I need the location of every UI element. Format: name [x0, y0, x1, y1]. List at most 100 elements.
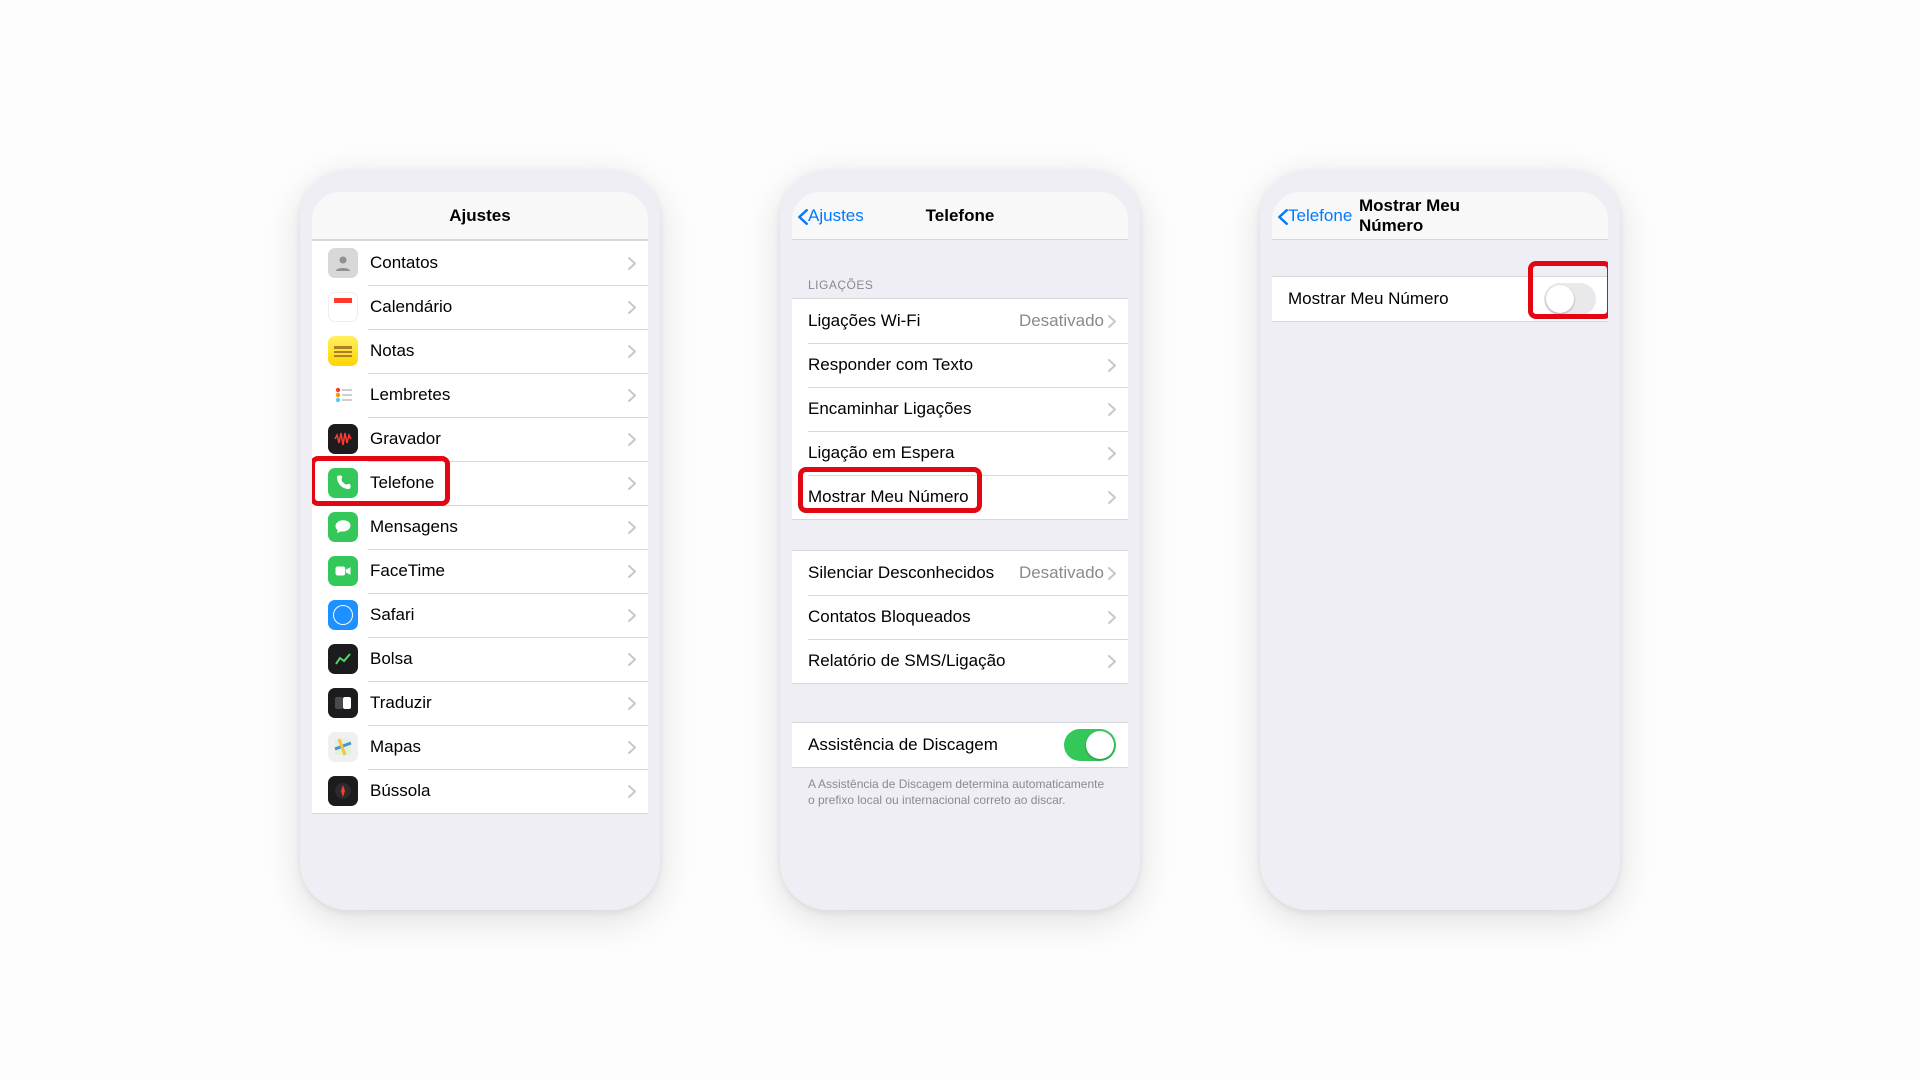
- chevron-right-icon: [1108, 567, 1116, 580]
- chevron-right-icon: [628, 345, 636, 358]
- maps-icon: [328, 732, 358, 762]
- row-relatoriodesmsligacao[interactable]: Relatório de SMS/Ligação: [792, 639, 1128, 683]
- settings-row-label: Notas: [370, 341, 628, 361]
- row-label: Assistência de Discagem: [808, 735, 1064, 755]
- settings-row-mapas[interactable]: Mapas: [312, 725, 648, 769]
- chevron-right-icon: [628, 741, 636, 754]
- safari-icon: [328, 600, 358, 630]
- phone-ajustes: Ajustes Contatos Calendário Notas Lembretes…: [300, 170, 660, 910]
- phone-telefone: Ajustes Telefone LIGAÇÕES Ligações Wi-Fi…: [780, 170, 1140, 910]
- navbar: Telefone Mostrar Meu Número: [1272, 192, 1608, 240]
- chevron-right-icon: [628, 565, 636, 578]
- settings-row-gravador[interactable]: Gravador: [312, 417, 648, 461]
- show-my-number-row[interactable]: Mostrar Meu Número: [1272, 277, 1608, 321]
- row-label: Relatório de SMS/Ligação: [808, 651, 1108, 671]
- voice-icon: [328, 424, 358, 454]
- stocks-icon: [328, 644, 358, 674]
- row-label: Ligação em Espera: [808, 443, 1108, 463]
- bubble-icon: [328, 512, 358, 542]
- row-value: Desativado: [1019, 563, 1104, 583]
- row-ligacoeswifi[interactable]: Ligações Wi-FiDesativado: [792, 299, 1128, 343]
- row-label: Mostrar Meu Número: [808, 487, 1108, 507]
- settings-row-traduzir[interactable]: Traduzir: [312, 681, 648, 725]
- chevron-right-icon: [1108, 403, 1116, 416]
- row-ligacaoemespera[interactable]: Ligação em Espera: [792, 431, 1128, 475]
- settings-list: Contatos Calendário Notas LembretesGravador…: [312, 240, 648, 888]
- chevron-right-icon: [628, 609, 636, 622]
- navbar: Ajustes Telefone: [792, 192, 1128, 240]
- settings-row-label: Calendário: [370, 297, 628, 317]
- chevron-right-icon: [1108, 655, 1116, 668]
- dial-assist-footer: A Assistência de Discagem determina auto…: [792, 768, 1128, 816]
- settings-row-calendario[interactable]: Calendário: [312, 285, 648, 329]
- contacts-icon: [328, 248, 358, 278]
- row-value: Desativado: [1019, 311, 1104, 331]
- page-title: Mostrar Meu Número: [1359, 196, 1521, 236]
- settings-row-label: Mensagens: [370, 517, 628, 537]
- settings-row-lembretes[interactable]: Lembretes: [312, 373, 648, 417]
- chevron-right-icon: [628, 257, 636, 270]
- row-silenciardesconhecidos[interactable]: Silenciar DesconhecidosDesativado: [792, 551, 1128, 595]
- calendar-icon: [328, 292, 358, 322]
- chevron-left-icon: [1278, 209, 1286, 222]
- settings-row-label: Mapas: [370, 737, 628, 757]
- page-title: Telefone: [879, 206, 1041, 226]
- chevron-right-icon: [628, 433, 636, 446]
- settings-row-bolsa[interactable]: Bolsa: [312, 637, 648, 681]
- section-header-ligacoes: LIGAÇÕES: [792, 256, 1128, 298]
- back-label: Ajustes: [808, 206, 864, 226]
- compass-icon: [328, 776, 358, 806]
- notes-icon: [328, 336, 358, 366]
- back-button[interactable]: Telefone: [1278, 206, 1359, 226]
- page-title: Ajustes: [399, 206, 561, 226]
- row-label: Ligações Wi-Fi: [808, 311, 1019, 331]
- chevron-right-icon: [1108, 611, 1116, 624]
- translate-icon: [328, 688, 358, 718]
- chevron-right-icon: [628, 653, 636, 666]
- chevron-right-icon: [628, 785, 636, 798]
- settings-row-telefone[interactable]: Telefone: [312, 461, 648, 505]
- settings-row-label: Bússola: [370, 781, 628, 801]
- row-respondercomtexto[interactable]: Responder com Texto: [792, 343, 1128, 387]
- settings-row-label: Telefone: [370, 473, 628, 493]
- settings-row-label: Safari: [370, 605, 628, 625]
- row-toggle[interactable]: [1064, 729, 1116, 761]
- phone-mostrar-numero: Telefone Mostrar Meu Número Mostrar Meu …: [1260, 170, 1620, 910]
- settings-row-bussola[interactable]: Bússola: [312, 769, 648, 813]
- back-button[interactable]: Ajustes: [798, 206, 879, 226]
- chevron-right-icon: [628, 697, 636, 710]
- row-encaminharligacoes[interactable]: Encaminhar Ligações: [792, 387, 1128, 431]
- chevron-right-icon: [628, 389, 636, 402]
- row-contatosbloqueados[interactable]: Contatos Bloqueados: [792, 595, 1128, 639]
- chevron-right-icon: [1108, 447, 1116, 460]
- row-assistenciadediscagem[interactable]: Assistência de Discagem: [792, 723, 1128, 767]
- chevron-right-icon: [628, 521, 636, 534]
- reminders-icon: [328, 380, 358, 410]
- settings-row-facetime[interactable]: FaceTime: [312, 549, 648, 593]
- show-my-number-toggle[interactable]: [1544, 283, 1596, 315]
- settings-row-label: Bolsa: [370, 649, 628, 669]
- chevron-right-icon: [1108, 315, 1116, 328]
- settings-row-safari[interactable]: Safari: [312, 593, 648, 637]
- row-label: Contatos Bloqueados: [808, 607, 1108, 627]
- row-label: Silenciar Desconhecidos: [808, 563, 1019, 583]
- settings-row-notas[interactable]: Notas: [312, 329, 648, 373]
- row-label: Responder com Texto: [808, 355, 1108, 375]
- back-label: Telefone: [1288, 206, 1352, 226]
- telefone-list: LIGAÇÕES Ligações Wi-FiDesativadoRespond…: [792, 240, 1128, 888]
- settings-row-label: Traduzir: [370, 693, 628, 713]
- caller-id-list: Mostrar Meu Número: [1272, 240, 1608, 888]
- settings-row-contatos[interactable]: Contatos: [312, 241, 648, 285]
- navbar: Ajustes: [312, 192, 648, 240]
- settings-row-mensagens[interactable]: Mensagens: [312, 505, 648, 549]
- chevron-right-icon: [1108, 359, 1116, 372]
- settings-row-label: Contatos: [370, 253, 628, 273]
- row-mostrarmeunumero[interactable]: Mostrar Meu Número: [792, 475, 1128, 519]
- chevron-left-icon: [798, 209, 806, 222]
- video-icon: [328, 556, 358, 586]
- show-my-number-label: Mostrar Meu Número: [1288, 289, 1544, 309]
- phone-icon: [328, 468, 358, 498]
- chevron-right-icon: [1108, 491, 1116, 504]
- row-label: Encaminhar Ligações: [808, 399, 1108, 419]
- chevron-right-icon: [628, 477, 636, 490]
